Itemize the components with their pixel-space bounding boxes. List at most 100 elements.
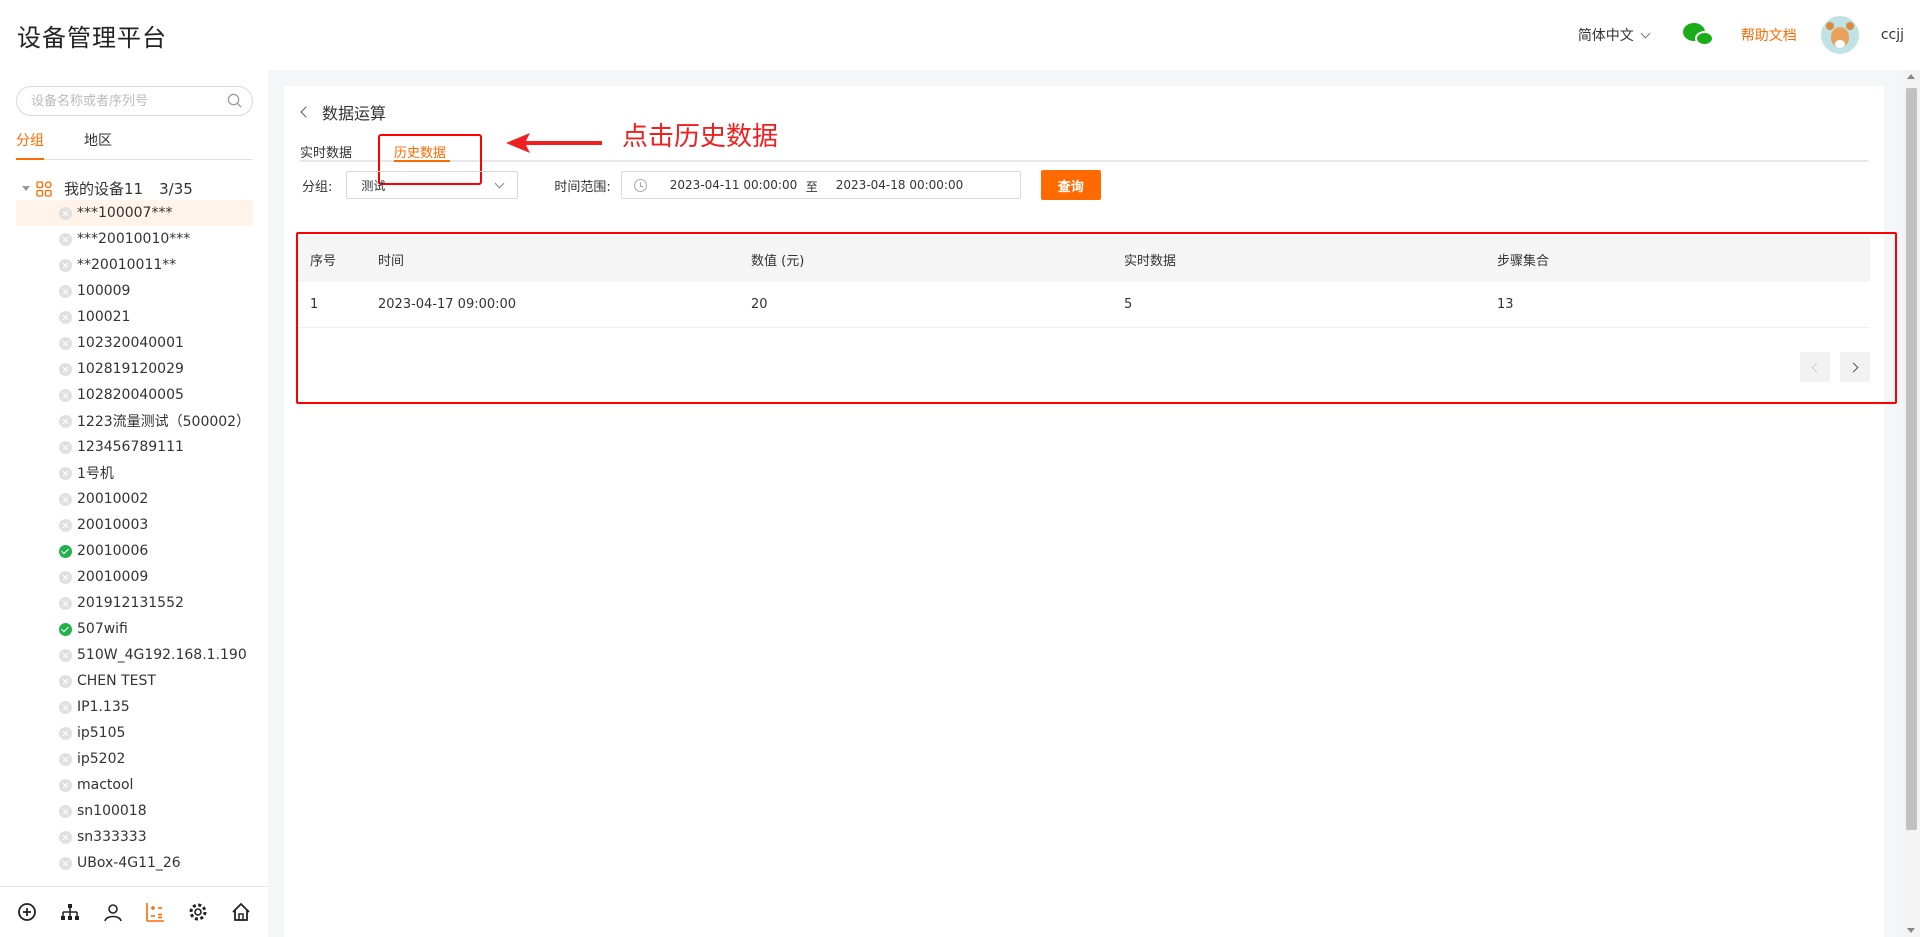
- offline-status-icon: [59, 492, 72, 506]
- help-docs-link[interactable]: 帮助文档: [1741, 25, 1797, 45]
- device-item[interactable]: ***100007***: [16, 200, 253, 226]
- avatar[interactable]: [1820, 16, 1859, 54]
- query-button[interactable]: 查询: [1040, 170, 1101, 200]
- scroll-down-arrow-icon[interactable]: [1907, 928, 1915, 933]
- device-name: 20010009: [77, 569, 149, 585]
- range-separator: 至: [805, 180, 818, 194]
- date-range-picker[interactable]: 2023-04-11 00:00:00 至 2023-04-18 00:00:0…: [620, 171, 1021, 199]
- device-item[interactable]: 123456789111: [16, 434, 253, 460]
- device-item[interactable]: 102820040005: [16, 382, 253, 408]
- device-name: 1号机: [77, 466, 114, 482]
- device-name: ip5105: [77, 725, 126, 741]
- device-name: 100021: [77, 309, 131, 325]
- device-item[interactable]: 102320040001: [16, 330, 253, 356]
- sidebar-bottom-bar: [0, 886, 268, 937]
- device-item[interactable]: **20010011**: [16, 252, 253, 278]
- scrollbar-thumb[interactable]: [1906, 88, 1917, 830]
- language-label: 简体中文: [1577, 28, 1634, 44]
- scroll-up-arrow-icon[interactable]: [1907, 74, 1915, 79]
- back-arrow-icon[interactable]: [300, 106, 312, 118]
- device-item[interactable]: 20010003: [16, 512, 253, 538]
- language-selector[interactable]: 简体中文: [1577, 25, 1651, 45]
- offline-status-icon: [59, 596, 72, 610]
- offline-status-icon: [59, 778, 72, 792]
- sidebar: 分组 地区 我的设备11 3/35 ***100007*** ***2001001…: [0, 70, 268, 937]
- tab-region[interactable]: 地区: [84, 130, 112, 160]
- device-name: 20010003: [77, 517, 149, 533]
- wechat-icon[interactable]: [1682, 21, 1715, 49]
- device-name: 102820040005: [77, 387, 184, 403]
- offline-status-icon: [59, 674, 72, 688]
- annotation-table-box: [296, 232, 1897, 404]
- offline-status-icon: [59, 856, 72, 870]
- group-icon: [36, 180, 52, 197]
- org-tree-icon[interactable]: [59, 901, 81, 923]
- tree-group-node[interactable]: 我的设备11 3/35: [22, 178, 193, 199]
- device-item[interactable]: ip5202: [16, 746, 253, 772]
- device-search: [16, 86, 253, 116]
- device-list: ***100007*** ***20010010*** **20010011** 10…: [16, 200, 253, 876]
- offline-status-icon: [59, 830, 72, 844]
- device-item[interactable]: mactool: [16, 772, 253, 798]
- caret-down-icon[interactable]: [22, 186, 30, 191]
- device-name: mactool: [77, 777, 134, 793]
- offline-status-icon: [59, 284, 72, 298]
- offline-status-icon: [59, 414, 72, 428]
- offline-status-icon: [59, 700, 72, 714]
- main-panel: 数据运算 实时数据 历史数据 点击历史数据 分组: 测试 时间范围: 2023-…: [284, 86, 1897, 937]
- device-item[interactable]: 100009: [16, 278, 253, 304]
- device-item[interactable]: 20010009: [16, 564, 253, 590]
- device-item[interactable]: CHEN TEST: [16, 668, 253, 694]
- page-title: 数据运算: [322, 104, 387, 123]
- settings-icon[interactable]: [187, 901, 209, 923]
- group-name: 我的设备11: [64, 180, 144, 198]
- device-name: **20010011**: [77, 257, 177, 273]
- user-icon[interactable]: [102, 901, 124, 923]
- device-item[interactable]: sn333333: [16, 824, 253, 850]
- group-select-value: 测试: [361, 178, 386, 193]
- page-scrollbar[interactable]: [1903, 70, 1920, 937]
- device-item[interactable]: 1号机: [16, 460, 253, 486]
- breadcrumb[interactable]: 数据运算: [300, 100, 387, 124]
- chevron-down-icon: [494, 178, 505, 189]
- device-item[interactable]: sn100018: [16, 798, 253, 824]
- filter-bar: 分组: 测试 时间范围: 2023-04-11 00:00:00 至 2023-…: [302, 170, 1101, 200]
- offline-status-icon: [59, 466, 72, 480]
- group-select[interactable]: 测试: [346, 171, 519, 199]
- tab-realtime-data[interactable]: 实时数据: [300, 142, 352, 161]
- group-count: 3/35: [159, 179, 193, 198]
- online-check-icon: [59, 544, 72, 558]
- search-icon[interactable]: [227, 93, 242, 108]
- home-icon[interactable]: [230, 901, 252, 923]
- tab-group[interactable]: 分组: [16, 130, 44, 160]
- offline-status-icon: [59, 258, 72, 272]
- range-end[interactable]: 2023-04-18 00:00:00: [836, 178, 963, 192]
- top-header: 设备管理平台 简体中文 帮助文档 ccjj: [0, 0, 1920, 70]
- offline-status-icon: [59, 336, 72, 350]
- device-item[interactable]: IP1.135: [16, 694, 253, 720]
- device-item[interactable]: 100021: [16, 304, 253, 330]
- data-calc-icon[interactable]: [144, 901, 166, 923]
- device-item[interactable]: ip5105: [16, 720, 253, 746]
- device-item[interactable]: 1223流量测试（500002）: [16, 408, 253, 434]
- time-range-label: 时间范围:: [554, 179, 611, 195]
- offline-status-icon: [59, 310, 72, 324]
- device-item[interactable]: ***20010010***: [16, 226, 253, 252]
- device-item[interactable]: 102819120029: [16, 356, 253, 382]
- chevron-down-icon: [1640, 28, 1651, 38]
- online-check-icon: [59, 622, 72, 636]
- device-search-input[interactable]: [31, 87, 221, 115]
- add-circle-icon[interactable]: [16, 901, 38, 923]
- device-name: 507wifi: [77, 621, 128, 637]
- device-item[interactable]: 507wifi: [16, 616, 253, 642]
- username[interactable]: ccjj: [1881, 27, 1904, 43]
- device-item[interactable]: 20010002: [16, 486, 253, 512]
- device-name: ***20010010***: [77, 231, 191, 247]
- device-item[interactable]: 20010006: [16, 538, 253, 564]
- app-title: 设备管理平台: [17, 24, 167, 52]
- offline-status-icon: [59, 726, 72, 740]
- range-start[interactable]: 2023-04-11 00:00:00: [670, 178, 797, 192]
- device-item[interactable]: 201912131552: [16, 590, 253, 616]
- device-item[interactable]: UBox-4G11_26: [16, 850, 253, 876]
- device-item[interactable]: 510W_4G192.168.1.190: [16, 642, 253, 668]
